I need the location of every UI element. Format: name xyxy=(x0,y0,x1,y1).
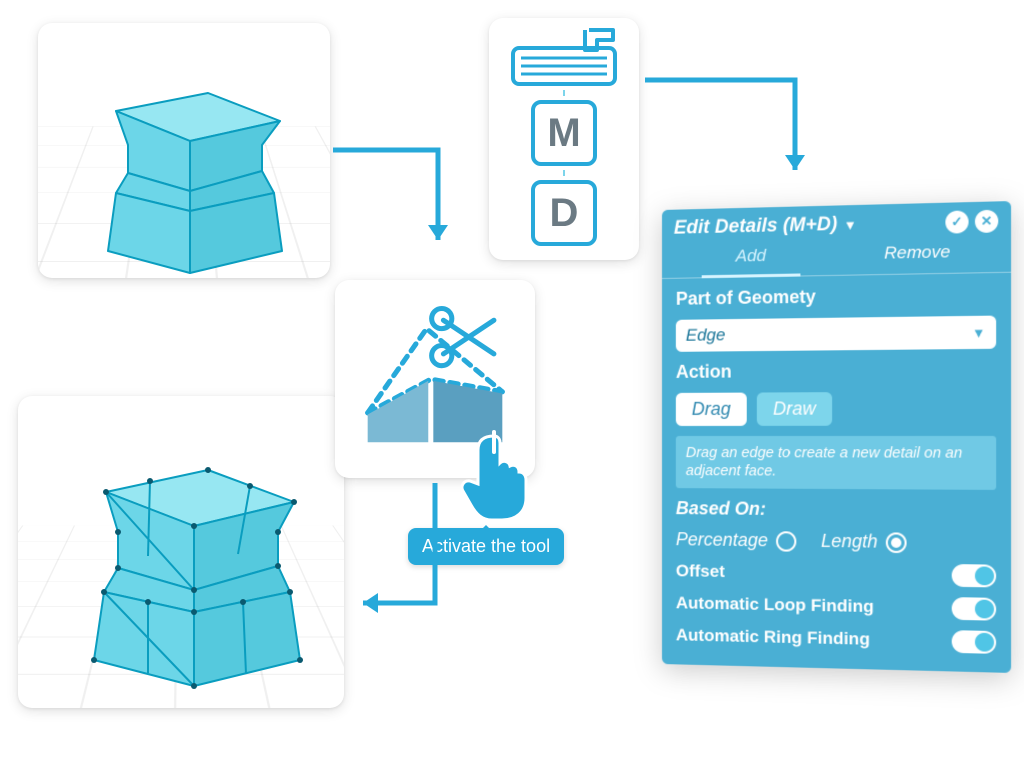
offset-toggle[interactable] xyxy=(952,564,996,587)
chevron-down-icon: ▼ xyxy=(972,325,986,341)
key-d: D xyxy=(531,180,597,246)
viewport-before xyxy=(38,23,330,278)
tab-remove[interactable]: Remove xyxy=(833,237,1002,275)
mesh-simple xyxy=(38,23,330,278)
keyboard-icon xyxy=(509,28,619,86)
loop-toggle[interactable] xyxy=(952,597,996,621)
viewport-after xyxy=(18,396,344,708)
action-drag-button[interactable]: Drag xyxy=(676,393,747,426)
geometry-label: Part of Geomety xyxy=(676,283,996,309)
ring-toggle[interactable] xyxy=(952,630,996,654)
arrow-viewport-to-tool xyxy=(328,145,468,285)
basedon-percentage-radio[interactable] xyxy=(776,531,796,552)
loop-label: Automatic Loop Finding xyxy=(676,593,874,617)
geometry-select[interactable]: Edge ▼ xyxy=(676,316,996,352)
key-m: M xyxy=(531,100,597,166)
action-draw-button[interactable]: Draw xyxy=(757,392,832,426)
panel-title[interactable]: Edit Details (M+D)▼ xyxy=(674,213,857,240)
basedon-length-radio[interactable] xyxy=(886,532,907,553)
mesh-detailed xyxy=(18,396,344,708)
arrow-keyboard-to-panel xyxy=(640,70,840,200)
close-button[interactable]: ✕ xyxy=(975,210,998,233)
ring-label: Automatic Ring Finding xyxy=(676,626,870,651)
action-label: Action xyxy=(676,359,996,383)
offset-label: Offset xyxy=(676,561,725,582)
edit-details-panel: Edit Details (M+D)▼ ✓ ✕ Add Remove Part … xyxy=(662,201,1011,673)
collapse-icon: ▼ xyxy=(843,217,856,233)
tab-add[interactable]: Add xyxy=(670,240,833,278)
arrow-tool-to-result xyxy=(345,478,465,628)
action-hint: Drag an edge to create a new detail on a… xyxy=(676,436,996,490)
basedon-length-label: Length xyxy=(821,531,878,553)
cursor-hand-icon xyxy=(460,430,530,520)
keyboard-shortcut-card: M D xyxy=(489,18,639,260)
basedon-percentage-label: Percentage xyxy=(676,529,768,551)
confirm-button[interactable]: ✓ xyxy=(945,210,968,233)
basedon-label: Based On: xyxy=(676,498,996,522)
